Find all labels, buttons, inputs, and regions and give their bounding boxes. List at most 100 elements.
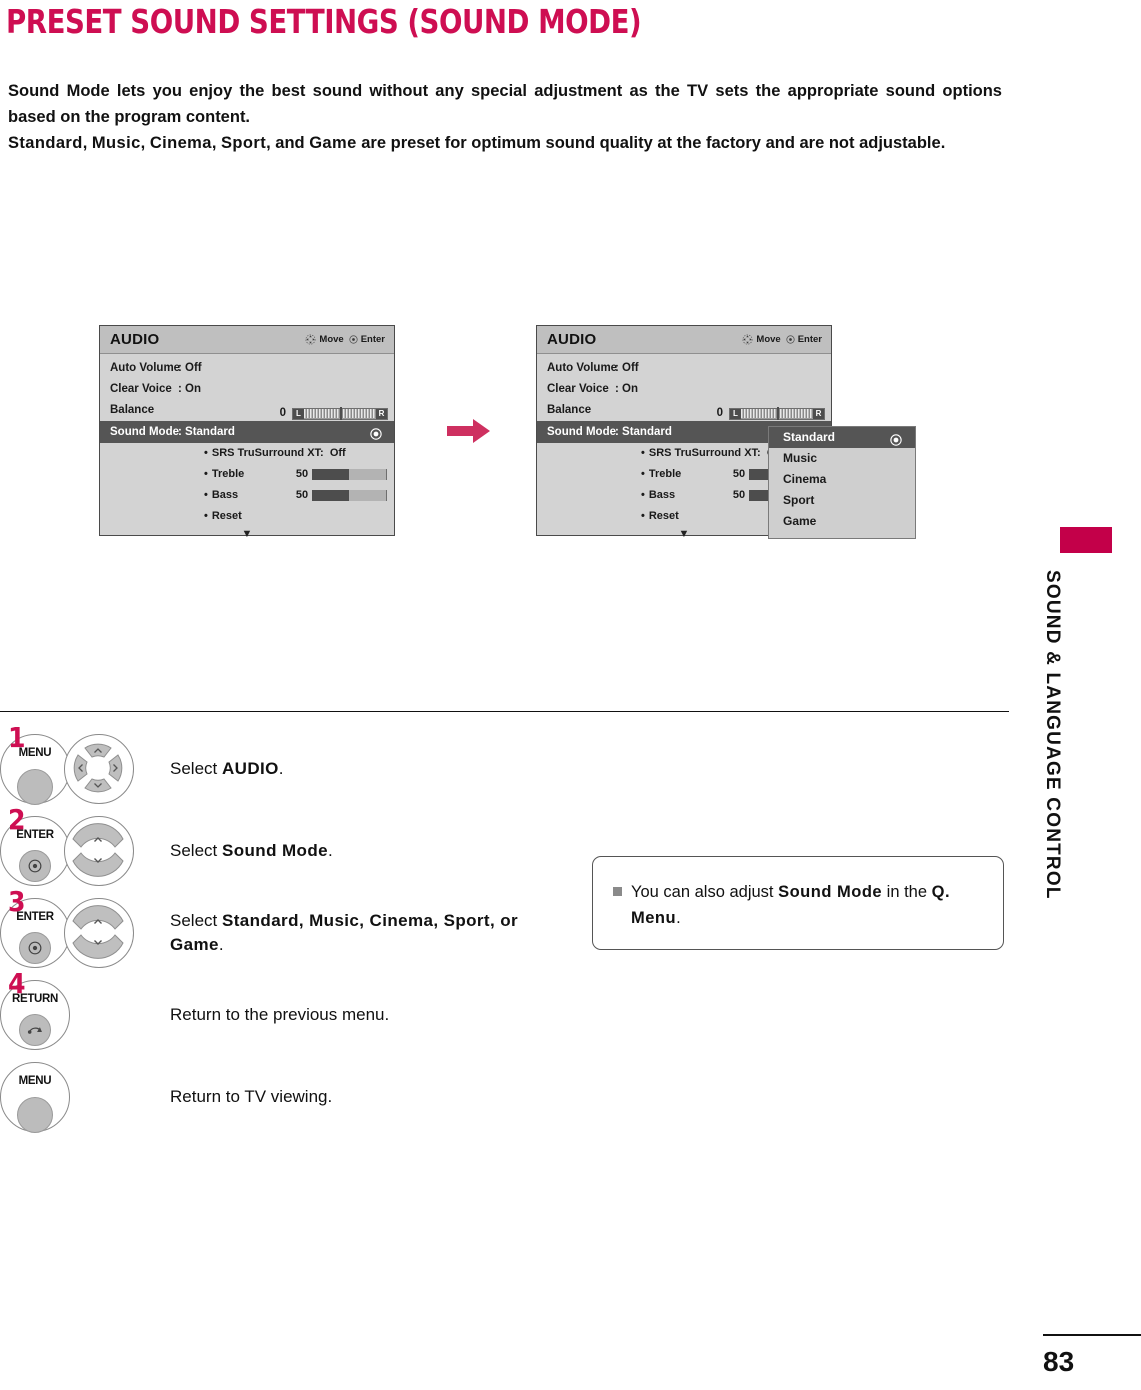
menu-row-auto-volume-2[interactable]: Auto Volume: Off <box>537 358 831 379</box>
audio-menu-header: AUDIO Move Enter <box>100 326 394 354</box>
dropdown-item-cinema[interactable]: Cinema <box>769 469 915 490</box>
step-5-text: Return to TV viewing. <box>160 1085 332 1109</box>
bullet-icon: • <box>641 468 645 481</box>
section-label: SOUND & LANGUAGE CONTROL <box>1042 570 1063 900</box>
hint-enter-label-2: Enter <box>797 334 822 345</box>
note-mid: in the <box>882 883 932 901</box>
srs-label: SRS TruSurround XT: <box>211 447 324 459</box>
submenu-bass[interactable]: • Bass 50 <box>100 485 394 506</box>
intro-text-block: Sound Mode lets you enjoy the best sound… <box>8 78 1002 156</box>
srs-value: Off <box>329 447 346 459</box>
page-number: 83 <box>1043 1346 1075 1377</box>
note-content: You can also adjust Sound Mode in the Q.… <box>593 857 1003 931</box>
dropdown-label-standard: Standard <box>783 430 836 444</box>
enter-button-knob[interactable] <box>19 850 51 882</box>
updown-button[interactable] <box>64 898 134 968</box>
return-button-knob[interactable] <box>19 1014 51 1046</box>
auto-volume-label-2: Auto Volume <box>547 362 618 374</box>
clear-voice-value-2: : On <box>615 383 638 395</box>
dropdown-item-music[interactable]: Music <box>769 448 915 469</box>
scroll-down-icon[interactable]: ▼ <box>100 528 394 540</box>
updown-arrows-icon[interactable] <box>65 899 131 965</box>
step-3-suffix: . <box>218 935 224 954</box>
bullet-icon: • <box>641 447 645 459</box>
updown-arrows-icon[interactable] <box>65 817 131 883</box>
radio-selected-icon <box>890 432 902 446</box>
sound-mode-value-2: : Standard <box>615 426 672 438</box>
balance-left-cap: L <box>293 408 304 419</box>
menu-row-balance[interactable]: Balance 0 L R <box>100 400 394 421</box>
treble-value-2: 50 <box>732 468 746 480</box>
step-3-number: 3 <box>8 885 26 918</box>
menu-button[interactable]: MENU <box>0 1062 70 1133</box>
balance-label: Balance <box>110 404 155 416</box>
radio-selected-icon <box>370 426 382 440</box>
note-prefix: You can also adjust <box>631 883 779 901</box>
note-bold-sound-mode: Sound Mode <box>778 883 883 901</box>
sound-mode-label-2: Sound Mode <box>547 426 616 438</box>
dropdown-item-game[interactable]: Game <box>769 511 915 532</box>
submenu-reset[interactable]: • Reset <box>100 506 394 527</box>
submenu-treble[interactable]: • Treble 50 <box>100 464 394 485</box>
bass-value-2: 50 <box>732 489 746 501</box>
updown-button[interactable] <box>64 816 134 886</box>
step-3-text: Select Standard, Music, Cinema, Sport, o… <box>160 909 560 957</box>
menu-row-auto-volume[interactable]: Auto Volume: Off <box>100 358 394 379</box>
dropdown-item-sport[interactable]: Sport <box>769 490 915 511</box>
menu-button-label: MENU <box>18 1075 52 1087</box>
bass-label-2: Bass <box>648 489 676 502</box>
note-box: You can also adjust Sound Mode in the Q.… <box>592 856 1004 950</box>
navigation-dpad-button[interactable] <box>64 734 134 804</box>
balance-slider[interactable]: L R <box>292 407 388 420</box>
balance-slider-2[interactable]: L R <box>729 407 825 420</box>
clear-voice-label-2: Clear Voice <box>547 383 609 395</box>
treble-control[interactable]: 50 <box>296 464 388 485</box>
hint-move-label: Move <box>319 334 344 345</box>
return-arrow-icon <box>27 1027 42 1034</box>
bass-control[interactable]: 50 <box>295 485 388 506</box>
step-2-prefix: Select <box>170 841 222 860</box>
step-2: 2 ENTER Select Sound Mode. <box>0 806 560 892</box>
bass-value: 50 <box>295 489 309 501</box>
step-1-prefix: Select <box>170 759 222 778</box>
dropdown-label-cinema: Cinema <box>783 472 827 486</box>
step-1-text: Select AUDIO. <box>160 757 284 781</box>
step-5: MENU Return to TV viewing. <box>0 1056 560 1138</box>
footer-rule <box>1043 1334 1141 1336</box>
enter-target-icon <box>28 941 42 955</box>
menu-button-knob[interactable] <box>17 1097 53 1133</box>
menu-button-knob[interactable] <box>17 769 53 805</box>
treble-slider[interactable] <box>312 469 388 480</box>
intro-tail: are preset for optimum sound quality at … <box>356 134 946 152</box>
bullet-icon: • <box>204 468 208 481</box>
enter-button-knob[interactable] <box>19 932 51 964</box>
bass-slider[interactable] <box>312 490 388 501</box>
dropdown-item-standard[interactable]: Standard <box>769 427 915 448</box>
menu-row-clear-voice-2[interactable]: Clear Voice : On <box>537 379 831 400</box>
step-1-number: 1 <box>8 721 26 754</box>
clear-voice-value: : On <box>178 383 201 395</box>
page-title: PRESET SOUND SETTINGS (SOUND MODE) <box>6 2 642 41</box>
term-game: Game <box>309 134 357 152</box>
note-suffix: . <box>676 909 681 927</box>
dpad-4way-icon[interactable] <box>65 735 131 801</box>
sound-mode-label: Sound Mode <box>110 426 179 438</box>
step-3-prefix: Select <box>170 911 222 930</box>
menu-row-clear-voice[interactable]: Clear Voice: On <box>100 379 394 400</box>
balance-ticks <box>304 407 376 420</box>
intro-conjunction: , and <box>266 134 310 152</box>
sound-mode-dropdown[interactable]: Standard Music Cinema Sport Game <box>768 426 916 539</box>
menu-row-sound-mode[interactable]: Sound Mode: Standard <box>100 421 394 443</box>
submenu-srs[interactable]: • SRS TruSurround XT: Off <box>100 443 394 464</box>
menu-row-balance-2[interactable]: Balance 0 L R <box>537 400 831 421</box>
audio-menu-header-2: AUDIO Move Enter <box>537 326 831 354</box>
hint-enter-2: Enter <box>786 334 822 345</box>
note-text: You can also adjust Sound Mode in the Q.… <box>631 879 985 931</box>
intro-paragraph-1: Sound Mode lets you enjoy the best sound… <box>8 82 1002 126</box>
reset-label: Reset <box>211 510 242 522</box>
bullet-icon: • <box>641 489 645 502</box>
hint-enter: Enter <box>349 334 385 345</box>
step-2-bold: Sound Mode <box>221 841 328 860</box>
hint-move-label-2: Move <box>756 334 781 345</box>
section-color-swatch <box>1060 527 1112 553</box>
